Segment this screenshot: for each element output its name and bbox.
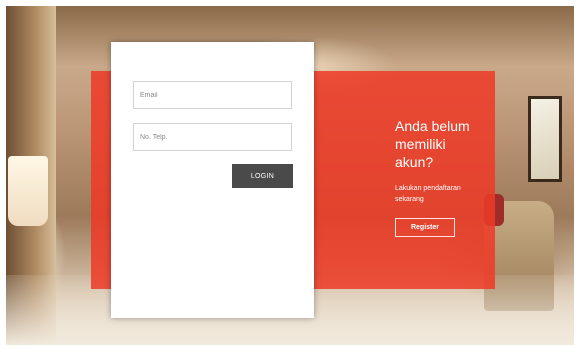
login-card: LOGIN xyxy=(111,42,314,318)
promo-subtext: Lakukan pendaftaran sekarang xyxy=(395,185,461,203)
phone-input[interactable] xyxy=(133,123,292,151)
background-lamp xyxy=(8,156,48,226)
background-painting xyxy=(528,96,562,182)
promo-heading: Anda belum memiliki akun? xyxy=(395,118,470,170)
login-button[interactable]: LOGIN xyxy=(232,164,293,188)
register-button[interactable]: Register xyxy=(395,218,455,237)
email-input[interactable] xyxy=(133,81,292,109)
